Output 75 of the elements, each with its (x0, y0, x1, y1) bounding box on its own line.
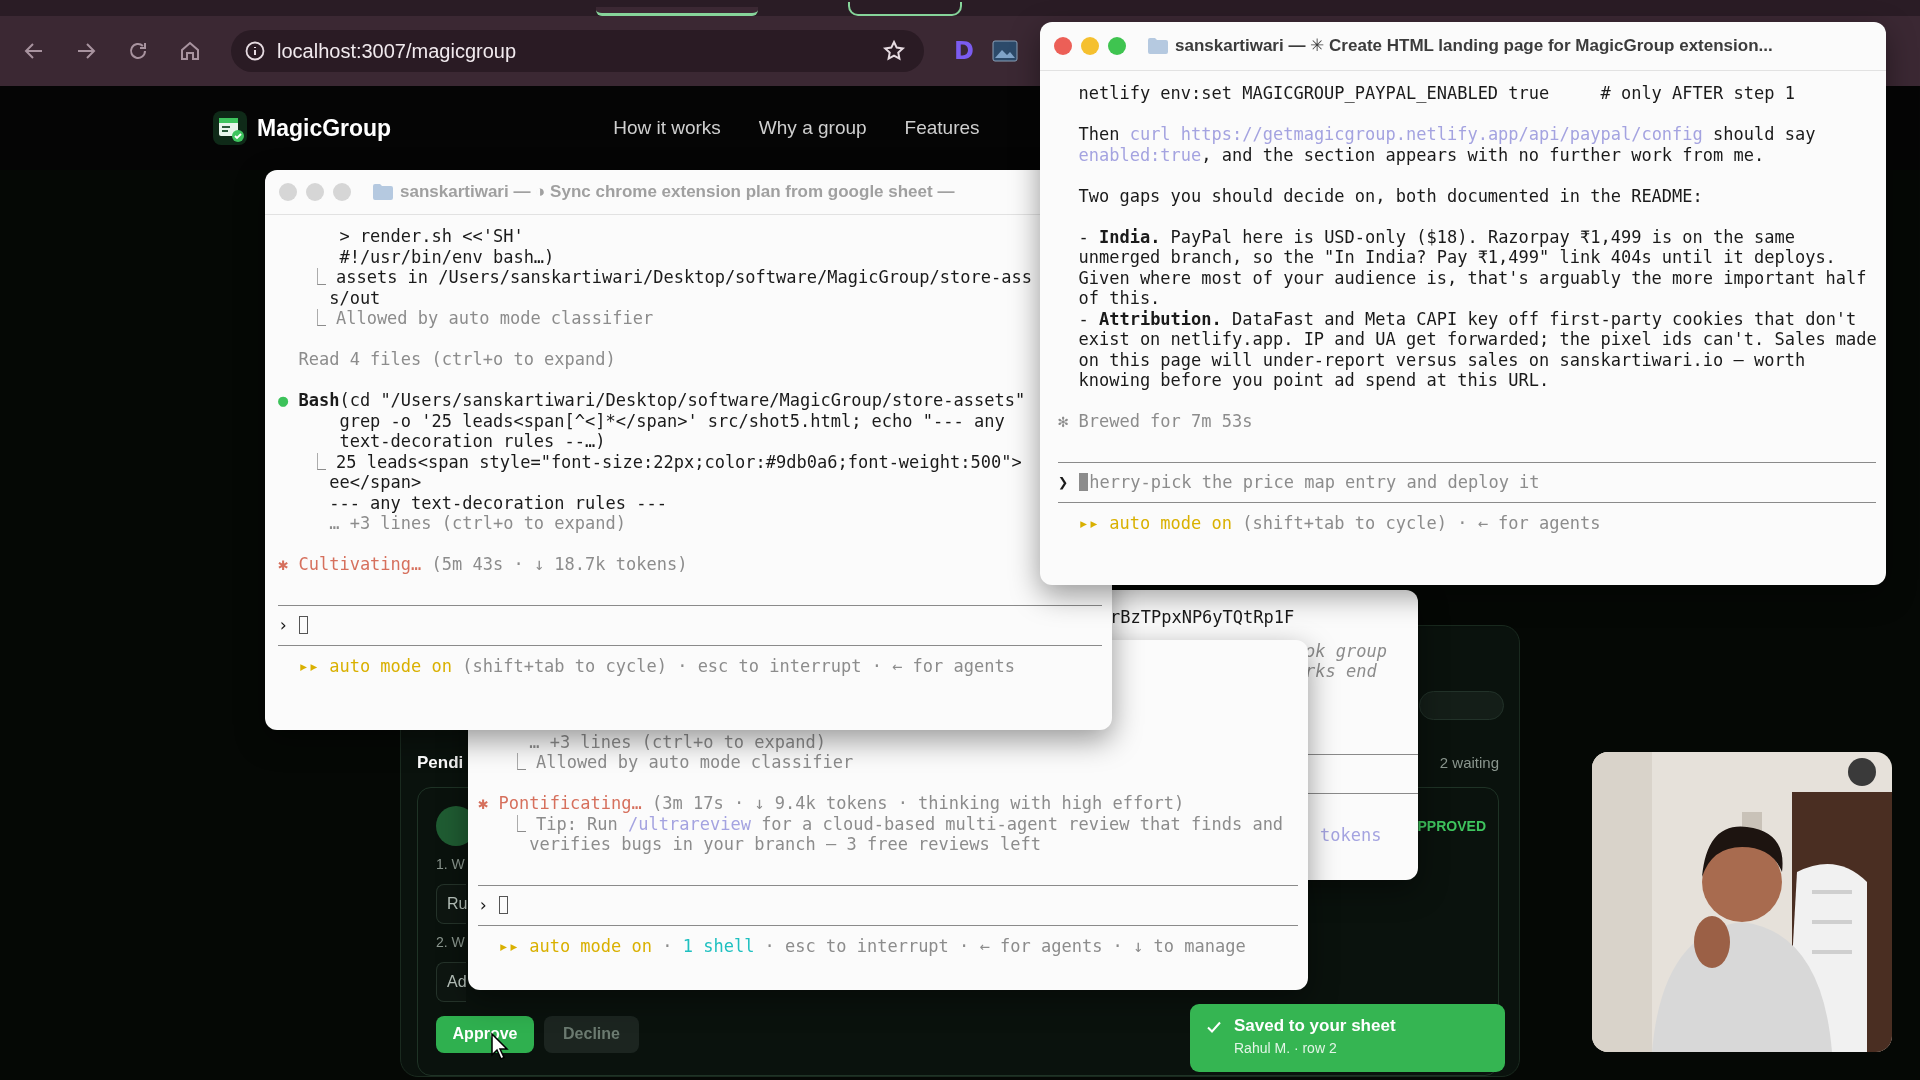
input-field[interactable]: › (478, 885, 1298, 926)
terminal-line: verifies bugs in your branch — 3 free reviews left (529, 834, 1041, 854)
terminal-line: #!/usr/bin/env bash…) (339, 246, 555, 267)
check-icon (1206, 1019, 1222, 1035)
terminal-line: … +3 lines (ctrl+o to expand) (329, 513, 626, 533)
cursor-icon (299, 616, 309, 635)
terminal-line: exist on netlify.app. IP and UA get forwarded; the pixel ids can't. Sales made (1078, 329, 1877, 349)
toast-detail: Rahul M. · row 2 (1234, 1040, 1337, 1056)
terminal-line: > render.sh <<'SH' (339, 226, 524, 246)
terminal-line: - India. PayPal here is USD-only ($18). Razorpay ₹1,499 is on the same (1078, 226, 1795, 247)
terminal-line: ee</span> (329, 472, 422, 492)
close-button[interactable] (1054, 37, 1072, 55)
terminal-line: ⎿ 25 leads<span style="font-size:22px;color:#9db0a6;font-weight:500"> (308, 451, 1022, 472)
terminal-line: Then curl https://getmagicgroup.netlify.app/api/paypal/config should say (1078, 124, 1816, 144)
question-label: 1. W (436, 855, 465, 872)
terminal-line: ✱ Cultivating… (5m 43s · ↓ 18.7k tokens) (278, 554, 688, 574)
terminal-line: of this. (1078, 288, 1161, 308)
terminal-line: rBzTPpxNP6yTQtRp1F (1110, 607, 1295, 628)
terminal-line: s/out (329, 287, 381, 308)
cursor-icon (499, 896, 509, 915)
terminal-line: Given where most of your audience is, that's arguably the more important half (1078, 267, 1867, 288)
brand-name[interactable]: MagicGroup (257, 114, 392, 142)
prompt-symbol: › (278, 615, 289, 636)
terminal-line: ● Bash(cd "/Users/sanskartiwari/Desktop/software/MagicGroup/store-assets" (278, 390, 1026, 410)
terminal-line: - Attribution. DataFast and Meta CAPI key off first-party cookies that don't (1078, 308, 1857, 329)
answer-field[interactable]: Ad (436, 961, 466, 1002)
terminal-line: on this page will under-report versus sales on sanskartiwari.io — worth (1078, 349, 1806, 370)
nav-link[interactable]: How it works (613, 117, 721, 139)
terminal-line: ✻ Brewed for 7m 53s (1058, 411, 1253, 431)
terminal-line: rks end (1305, 661, 1377, 682)
prompt-symbol: › (478, 895, 489, 916)
folder-icon (372, 183, 394, 201)
terminal-line: Read 4 files (ctrl+o to expand) (298, 349, 616, 369)
address-bar[interactable]: localhost:3007/magicgroup (231, 30, 924, 72)
terminal-line: … +3 lines (ctrl+o to expand) (529, 731, 826, 752)
nav-link[interactable]: Why a group (758, 117, 867, 139)
terminal-line: netlify env:set MAGICGROUP_PAYPAL_ENABLED true # only AFTER step 1 (1078, 83, 1795, 103)
terminal-line: unmerged branch, so the "In India? Pay ₹1,499" link 404s until it deploys. (1078, 247, 1836, 267)
bookmark-star-icon[interactable] (882, 39, 906, 63)
waiting-count: 2 waiting (1439, 754, 1499, 772)
section-heading: Pendi (417, 752, 464, 773)
terminal-line: --- any text-decoration rules --- (329, 492, 667, 513)
terminal-line: grep -o '25 leads<span[^<]*</span>' src/shot5.html; echo "--- any (339, 410, 1005, 431)
status-line: ▸▸ auto mode on (shift+tab to cycle) · ← for agents (1078, 512, 1601, 533)
logo-icon[interactable] (213, 111, 247, 145)
answer-field[interactable]: Ru (436, 883, 466, 924)
terminal-line: tokens (1320, 824, 1382, 845)
toast-title: Saved to your sheet (1234, 1016, 1396, 1036)
question-label: 2. W (436, 933, 465, 950)
terminal-line: ✱ Pontificating… (3m 17s · ↓ 9.4k tokens · thinking with high effort) (478, 793, 1185, 813)
home-icon[interactable] (178, 39, 202, 63)
input-placeholder: herry-pick the price map entry and deploy it (1089, 472, 1540, 493)
terminal-line: enabled:true, and the section appears with no further work from me. (1078, 144, 1765, 165)
input-field[interactable] (1419, 691, 1504, 720)
window-title: sanskartiwari — ◑ Sync chrome extension plan from google sheet — (400, 181, 955, 203)
terminal-line: ⎿ Allowed by auto mode classifier (308, 308, 654, 328)
terminal-line: knowing before you point ad spend at this URL. (1078, 370, 1550, 390)
terminal-line: ⎿ Allowed by auto mode classifier (508, 752, 854, 772)
status-label: PPROVED (1417, 817, 1486, 834)
input-field[interactable]: ❯ herry-pick the price map entry and deploy it (1058, 462, 1876, 503)
cursor-icon (1079, 473, 1089, 492)
prompt-symbol: ❯ (1058, 472, 1069, 493)
image-icon[interactable] (991, 40, 1018, 62)
status-line: ▸▸ auto mode on (shift+tab to cycle) · esc to interrupt · ← for agents (298, 655, 1015, 676)
terminal-line: ⎿ Tip: Run /ultrareview for a cloud-based multi-agent review that finds and (508, 813, 1284, 834)
nav-link[interactable]: Features (904, 117, 980, 139)
terminal-line: text-decoration rules --…) (339, 431, 606, 451)
browser-tab[interactable] (596, 7, 758, 16)
status-line: ▸▸ auto mode on · 1 shell · esc to interrupt · ← for agents · ↓ to manage (498, 935, 1246, 956)
terminal-line: ⎿ assets in /Users/sanskartiwari/Desktop/software/MagicGroup/store-ass (308, 267, 1032, 287)
window-title: sanskartiwari — ✳ Create HTML landing page for MagicGroup extension... (1175, 35, 1773, 57)
terminal-line: Two gaps you should decide on, both documented in the README: (1078, 185, 1703, 206)
info-icon[interactable] (245, 41, 265, 61)
folder-icon (1147, 37, 1169, 55)
input-field[interactable]: › (278, 605, 1102, 646)
